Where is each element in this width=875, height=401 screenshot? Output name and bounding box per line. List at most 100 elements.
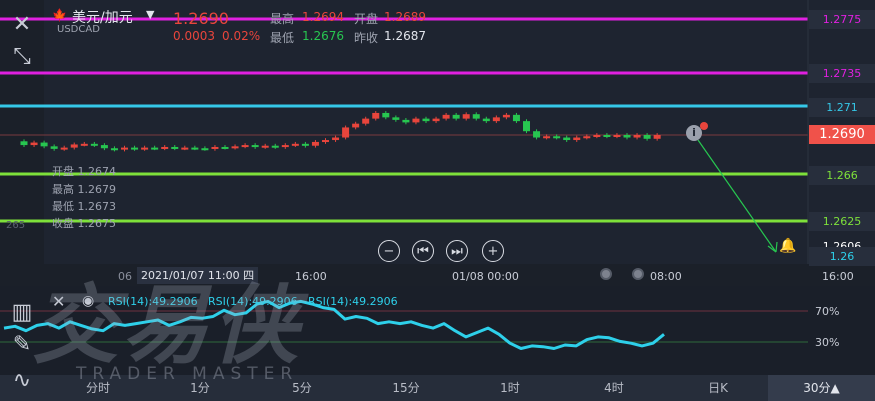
candle xyxy=(543,136,551,139)
candle xyxy=(131,147,139,150)
price-change-pct: 0.02% xyxy=(222,29,261,43)
close-icon[interactable]: ✕ xyxy=(4,6,40,42)
high-label: 最高 xyxy=(270,12,295,26)
candle xyxy=(623,135,631,138)
candle xyxy=(271,145,279,148)
timeframe-tab-1m[interactable]: 1分 xyxy=(164,375,236,401)
candle xyxy=(492,117,500,122)
ohlc-open: 开盘 1.2674 xyxy=(52,165,116,178)
zoom-in-button[interactable]: + xyxy=(482,240,504,262)
low-label: 最低 xyxy=(270,31,295,45)
info-icon[interactable]: i xyxy=(686,125,702,141)
candle xyxy=(231,146,239,149)
left-axis-value: 265 xyxy=(6,220,26,231)
candle xyxy=(643,135,651,139)
candle xyxy=(301,143,309,146)
open-value: 1.2689 xyxy=(384,10,426,24)
high-value: 1.2694 xyxy=(302,10,344,24)
ohlc-low: 最低 1.2673 xyxy=(52,200,116,213)
candle xyxy=(362,118,370,124)
candle xyxy=(603,135,611,137)
candle xyxy=(563,137,571,141)
candle xyxy=(110,148,118,151)
price-level-tag[interactable]: 1.266 xyxy=(809,166,875,185)
candle xyxy=(352,123,360,128)
collapse-icon[interactable]: ⤡ xyxy=(4,38,40,74)
rsi-legend: RSI(14):49.2906 xyxy=(308,295,398,308)
candle xyxy=(70,144,78,148)
prev-close-label: 昨收 xyxy=(354,31,379,45)
price-level-tag[interactable]: 1.2625 xyxy=(809,212,875,231)
low-value: 1.2676 xyxy=(302,29,344,43)
bell-icon[interactable]: 🔔 xyxy=(779,238,796,254)
ohlc-high: 最高 1.2679 xyxy=(52,183,116,196)
candle xyxy=(533,131,541,138)
timeframe-tab-fenshi[interactable]: 分时 xyxy=(62,375,134,401)
candle xyxy=(291,143,299,146)
timeframe-tab-15m[interactable]: 15分 xyxy=(370,375,442,401)
price-level-tag[interactable]: 1.2775 xyxy=(809,10,875,29)
candle xyxy=(502,114,510,118)
candle xyxy=(161,146,169,149)
time-label: 01/08 00:00 xyxy=(452,270,519,283)
candle xyxy=(412,118,420,123)
candle xyxy=(211,146,219,149)
open-label: 开盘 xyxy=(354,12,379,26)
price-level-tag[interactable]: 1.26 xyxy=(809,247,875,266)
candle xyxy=(332,137,340,141)
candle xyxy=(90,143,98,146)
candle xyxy=(171,146,179,149)
time-label: 08:00 xyxy=(650,270,682,283)
candle xyxy=(402,119,410,123)
watermark-logo: 交易侠 xyxy=(32,276,302,376)
scroll-right-button[interactable]: ⏭ xyxy=(446,240,468,262)
candle xyxy=(151,147,159,150)
timeframe-tab-1h[interactable]: 1时 xyxy=(474,375,546,401)
candle xyxy=(241,145,249,148)
candle xyxy=(442,114,450,119)
record-icon[interactable] xyxy=(600,268,612,280)
candle xyxy=(201,148,209,151)
candle xyxy=(553,136,561,139)
candle xyxy=(80,143,88,146)
candle xyxy=(583,136,591,139)
timeframe-tab-day[interactable]: 日K xyxy=(682,375,754,401)
prev-close-value: 1.2687 xyxy=(384,29,426,43)
symbol-code: USDCAD xyxy=(57,24,100,35)
candle xyxy=(311,141,319,146)
chevron-down-icon[interactable]: ▼ xyxy=(146,8,154,21)
price-level-tag[interactable]: 1.2735 xyxy=(809,64,875,83)
timeframe-tab-30m[interactable]: 30分▲ xyxy=(768,375,875,401)
candle xyxy=(322,140,329,143)
candle xyxy=(422,118,430,122)
time-label: 16:00 xyxy=(822,270,854,283)
candle xyxy=(512,114,520,122)
zoom-out-button[interactable]: − xyxy=(378,240,400,262)
candle xyxy=(382,112,390,118)
candle xyxy=(181,147,189,150)
record-icon[interactable] xyxy=(632,268,644,280)
timeframe-tab-5m[interactable]: 5分 xyxy=(266,375,338,401)
candle xyxy=(372,112,380,119)
timeframe-tab-4h[interactable]: 4时 xyxy=(578,375,650,401)
rsi-level-low: 30% xyxy=(815,336,840,349)
candle xyxy=(523,121,530,132)
candle xyxy=(482,118,490,122)
ohlc-close: 收盘 1.2675 xyxy=(52,217,116,230)
candle xyxy=(20,141,28,146)
flag-icon: 🍁 xyxy=(52,8,67,22)
candle xyxy=(342,127,350,138)
candle xyxy=(392,117,400,120)
candle xyxy=(452,114,460,119)
current-price: 1.2690 xyxy=(173,9,229,28)
scroll-left-button[interactable]: ⏮ xyxy=(412,240,434,262)
candle xyxy=(191,147,199,150)
candle xyxy=(221,146,229,149)
candle xyxy=(281,145,289,148)
candle xyxy=(613,135,621,137)
candle xyxy=(30,142,38,146)
price-level-tag[interactable]: 1.271 xyxy=(809,98,875,117)
candle xyxy=(50,146,58,149)
current-price-tag: 1.2690 xyxy=(809,125,875,144)
candle xyxy=(472,114,480,119)
